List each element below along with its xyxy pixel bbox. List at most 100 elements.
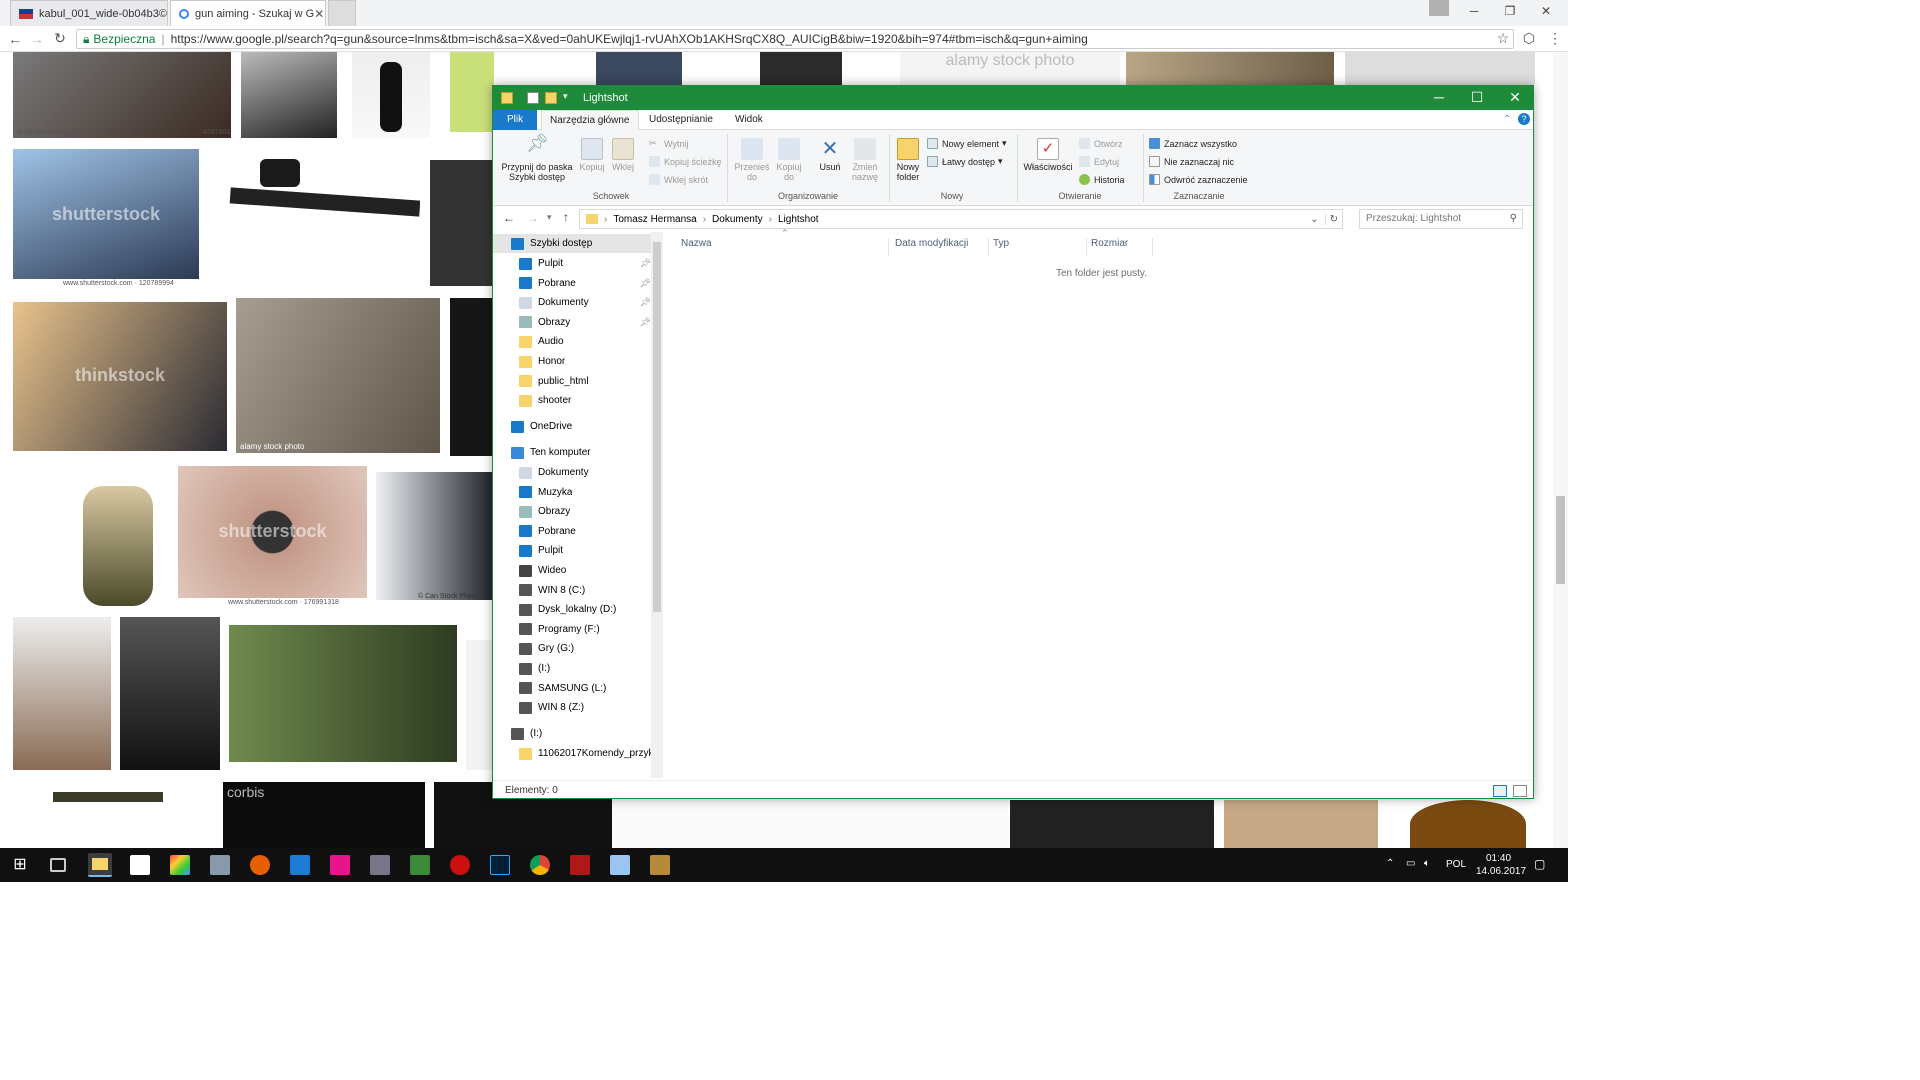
nav-item[interactable]: Pulpit 📌︎ — [493, 254, 651, 273]
nav-item[interactable]: SAMSUNG (L:) — [493, 679, 651, 698]
column-header-size[interactable]: Rozmiar — [1091, 238, 1153, 256]
explorer-title-bar[interactable]: ▾ Lightshot ─ ☐ ✕ — [493, 86, 1533, 110]
image-result[interactable] — [1224, 800, 1378, 848]
explorer-address-bar[interactable]: › Tomasz Hermansa › Dokumenty › Lightsho… — [579, 209, 1343, 229]
recent-dropdown-icon[interactable]: ▾ — [547, 212, 552, 223]
copy-path-button[interactable]: Kopiuj ścieżkę — [649, 156, 722, 167]
nav-item[interactable]: shooter — [493, 391, 651, 410]
tab-close-icon[interactable]: ✕ — [314, 7, 324, 21]
extension-icon[interactable]: ⬡ — [1518, 30, 1540, 47]
nav-item[interactable]: public_html — [493, 372, 651, 391]
copy-button[interactable]: Kopiuj — [579, 138, 605, 172]
image-result[interactable] — [1010, 800, 1214, 848]
ribbon-collapse-icon[interactable]: ⌃ — [1503, 114, 1511, 125]
properties-button[interactable]: ✓ Właściwości — [1021, 138, 1075, 172]
nav-item[interactable]: 11062017Komendy_przykła — [493, 744, 651, 763]
large-icons-view-icon[interactable] — [1513, 785, 1527, 797]
app-icon[interactable] — [330, 855, 350, 875]
star-icon[interactable]: ☆ — [1492, 30, 1514, 47]
nav-item[interactable]: Pulpit — [493, 541, 651, 560]
nav-item[interactable]: Dysk_lokalny (D:) — [493, 600, 651, 619]
back-arrow-icon[interactable]: ← — [4, 31, 26, 47]
image-result[interactable]: shutterstock — [13, 149, 199, 279]
image-result[interactable]: shutterstock — [178, 466, 367, 598]
app-icon[interactable] — [370, 855, 390, 875]
tab-file[interactable]: Plik — [493, 110, 538, 130]
store-icon[interactable] — [130, 855, 150, 875]
address-bar[interactable]: 🔒︎ Bezpieczna | https://www.google.pl/se… — [76, 29, 1514, 49]
image-result[interactable] — [430, 160, 492, 286]
edit-button[interactable]: Edytuj — [1079, 156, 1119, 167]
image-result[interactable] — [1400, 800, 1536, 848]
reload-icon[interactable]: ↻ — [49, 30, 71, 47]
image-result[interactable] — [596, 52, 682, 85]
breadcrumb-item[interactable]: Lightshot — [778, 214, 819, 225]
select-none-button[interactable]: Nie zaznaczaj nic — [1149, 156, 1234, 167]
new-folder-quick-icon[interactable] — [545, 92, 557, 104]
image-result[interactable] — [220, 149, 420, 285]
image-result[interactable] — [13, 617, 111, 770]
refresh-icon[interactable]: ↻ — [1324, 213, 1338, 225]
new-item-button[interactable]: Nowy element ▾ — [927, 138, 1007, 149]
firefox-icon[interactable] — [250, 855, 270, 875]
file-explorer-taskbar-icon[interactable] — [88, 853, 112, 877]
maximize-icon[interactable]: ☐ — [1459, 89, 1495, 106]
forward-arrow-icon[interactable]: → — [26, 31, 48, 47]
nav-scrollbar[interactable] — [651, 232, 663, 778]
tab-home[interactable]: Narzędzia główne — [541, 110, 639, 130]
app-icon[interactable] — [570, 855, 590, 875]
paste-button[interactable]: Wklej — [611, 138, 635, 172]
image-result[interactable] — [352, 52, 430, 138]
tab-close-icon[interactable]: ✕ — [167, 7, 168, 21]
app-icon[interactable] — [650, 855, 670, 875]
rename-button[interactable]: Zmień nazwę — [847, 138, 883, 182]
paste-shortcut-button[interactable]: Wklej skrót — [649, 174, 708, 185]
image-result[interactable]: thinkstock — [13, 302, 227, 451]
nav-item[interactable]: Wideo — [493, 561, 651, 580]
minimize-icon[interactable]: ─ — [1456, 0, 1492, 22]
nav-item[interactable]: WIN 8 (Z:) — [493, 698, 651, 717]
image-result[interactable]: © StockFreeImages.com 4267601 — [13, 52, 231, 138]
volume-icon[interactable]: 🔈︎ — [1424, 858, 1430, 869]
image-result[interactable] — [450, 298, 492, 456]
details-view-icon[interactable] — [1493, 785, 1507, 797]
app-icon[interactable] — [170, 855, 190, 875]
windows-start-icon[interactable]: ⊞ — [10, 855, 30, 875]
chrome-icon[interactable] — [530, 855, 550, 875]
help-icon[interactable]: ? — [1518, 113, 1530, 125]
address-dropdown-icon[interactable]: ⌄ — [1310, 214, 1318, 225]
nav-quick-access[interactable]: Szybki dostęp — [493, 234, 651, 253]
image-result[interactable] — [1126, 52, 1334, 85]
nav-scroll-thumb[interactable] — [653, 242, 661, 612]
menu-icon[interactable]: ⋮ — [1544, 30, 1566, 47]
image-result[interactable]: corbis — [223, 782, 425, 848]
nav-item[interactable]: WIN 8 (C:) — [493, 581, 651, 600]
restore-icon[interactable]: ❐ — [1492, 0, 1528, 22]
nav-item[interactable]: Dokumenty — [493, 463, 651, 482]
nav-item[interactable]: Honor — [493, 352, 651, 371]
app-icon[interactable] — [610, 855, 630, 875]
easy-access-button[interactable]: Łatwy dostęp ▾ — [927, 156, 1003, 167]
clock-date[interactable]: 14.06.2017 — [1476, 866, 1526, 877]
nav-this-pc[interactable]: Ten komputer — [493, 443, 651, 462]
nav-item[interactable]: Dokumenty 📌︎ — [493, 293, 651, 312]
image-result[interactable] — [612, 800, 1008, 848]
image-result[interactable] — [13, 466, 173, 606]
nav-item[interactable]: (I:) — [493, 659, 651, 678]
copy-to-button[interactable]: Kopiuj do — [771, 138, 807, 182]
properties-quick-icon[interactable] — [527, 92, 539, 104]
image-result[interactable] — [760, 52, 842, 85]
profile-icon[interactable] — [1429, 0, 1449, 16]
new-folder-button[interactable]: Nowy folder — [893, 138, 923, 182]
close-icon[interactable]: ✕ — [1497, 89, 1533, 106]
column-header-type[interactable]: Typ — [993, 238, 1087, 256]
history-button[interactable]: Historia — [1079, 174, 1125, 185]
image-result[interactable] — [466, 640, 492, 770]
clock-time[interactable]: 01:40 — [1486, 853, 1511, 864]
tab-share[interactable]: Udostępnianie — [641, 110, 721, 130]
opera-icon[interactable] — [450, 855, 470, 875]
breadcrumb-item[interactable]: Tomasz Hermansa — [613, 214, 696, 225]
nav-drive-i[interactable]: (I:) — [493, 724, 651, 743]
image-result[interactable]: alamy stock photo — [900, 52, 1120, 85]
image-result[interactable] — [229, 625, 457, 762]
